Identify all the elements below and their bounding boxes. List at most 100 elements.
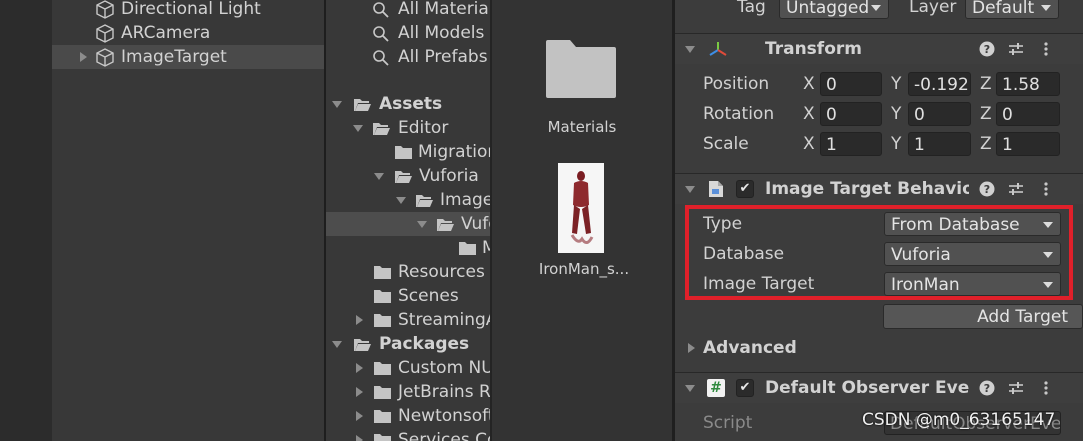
- image-target-behaviour-header[interactable]: ✔ Image Target Behaviour ?: [675, 173, 1083, 204]
- axis-z-label[interactable]: Z: [980, 72, 992, 96]
- folder-icon: [374, 314, 391, 327]
- tree-item-newtonsoft[interactable]: Newtonsoft Json: [326, 404, 490, 428]
- collapse-arrow-icon[interactable]: [374, 173, 384, 180]
- hierarchy-item-label: Directional Light: [121, 0, 261, 19]
- observer-handler-title: Default Observer Event Handler: [765, 378, 969, 398]
- database-label: Database: [703, 244, 785, 264]
- tree-item-services-core[interactable]: Services Core: [326, 428, 490, 441]
- open-folder-icon: [373, 123, 390, 135]
- scale-y-field[interactable]: 1: [908, 132, 971, 156]
- axis-x-label[interactable]: X: [803, 102, 815, 126]
- svg-text:?: ?: [984, 43, 990, 56]
- filter-all-models[interactable]: All Models: [326, 21, 490, 45]
- position-x-field[interactable]: 0: [820, 72, 882, 96]
- tree-item-deep[interactable]: M: [326, 236, 490, 260]
- tree-item-packages[interactable]: Packages: [326, 332, 490, 356]
- hierarchy-item-directional-light[interactable]: Directional Light: [52, 0, 324, 21]
- asset-materials-folder[interactable]: Materials: [524, 30, 640, 150]
- search-icon: [373, 26, 389, 42]
- layer-dropdown[interactable]: Default: [965, 0, 1059, 19]
- type-dropdown[interactable]: From Database: [884, 212, 1061, 236]
- advanced-foldout[interactable]: Advanced: [675, 334, 1083, 362]
- collapse-arrow-icon[interactable]: [685, 186, 695, 193]
- component-enabled-checkbox[interactable]: ✔: [736, 379, 754, 397]
- more-menu-icon[interactable]: [1038, 41, 1054, 57]
- position-z-field[interactable]: 1.58: [996, 72, 1060, 96]
- scale-z-field[interactable]: 1: [996, 132, 1060, 156]
- tree-label: ImageTargetTextures: [440, 190, 490, 210]
- open-folder-icon: [354, 339, 371, 351]
- rotation-x-field[interactable]: 0: [820, 102, 882, 126]
- collapse-arrow-icon[interactable]: [353, 125, 363, 132]
- tag-dropdown[interactable]: Untagged: [779, 0, 889, 19]
- image-target-dropdown[interactable]: IronMan: [884, 272, 1061, 296]
- expand-arrow-icon[interactable]: [356, 411, 363, 421]
- axis-y-label[interactable]: Y: [891, 132, 901, 156]
- preset-sliders-icon[interactable]: [1008, 380, 1024, 396]
- tree-item-migration[interactable]: Migration: [326, 140, 490, 164]
- component-enabled-checkbox[interactable]: ✔: [736, 180, 754, 198]
- collapse-arrow-icon[interactable]: [332, 341, 342, 348]
- expand-arrow-icon[interactable]: [356, 387, 363, 397]
- image-target-label: Image Target: [703, 274, 815, 294]
- expand-arrow-icon[interactable]: [356, 435, 363, 441]
- rotation-z-field[interactable]: 0: [996, 102, 1060, 126]
- hierarchy-item-arcamera[interactable]: ARCamera: [52, 21, 324, 45]
- watermark-text: CSDN @m0_63165147: [862, 410, 1056, 430]
- chevron-down-icon: [1041, 5, 1051, 11]
- tree-item-custom-nunit[interactable]: Custom NUnit: [326, 356, 490, 380]
- collapse-arrow-icon[interactable]: [685, 46, 695, 53]
- tree-item-editor[interactable]: Editor: [326, 116, 490, 140]
- axis-y-label[interactable]: Y: [891, 72, 901, 96]
- tree-item-assets[interactable]: Assets: [326, 92, 490, 116]
- filter-all-materials[interactable]: All Materials: [326, 0, 490, 21]
- hierarchy-item-imagetarget[interactable]: ImageTarget: [52, 45, 324, 69]
- axis-y-label[interactable]: Y: [891, 102, 901, 126]
- tag-value: Untagged: [786, 0, 870, 18]
- add-target-button[interactable]: Add Target: [883, 304, 1083, 329]
- folder-icon: [374, 434, 391, 441]
- tree-item-vuforia[interactable]: Vuforia: [326, 164, 490, 188]
- open-folder-icon: [416, 195, 433, 207]
- project-folder-tree: All Materials All Models All Prefabs Ass…: [326, 0, 490, 441]
- tree-item-streaming-assets[interactable]: StreamingAssets: [326, 308, 490, 332]
- collapse-arrow-icon[interactable]: [396, 197, 406, 204]
- tree-item-jetbrains[interactable]: JetBrains Rider Editor: [326, 380, 490, 404]
- expand-arrow-icon[interactable]: [356, 315, 363, 325]
- layer-label: Layer: [909, 0, 957, 17]
- observer-handler-header[interactable]: # ✔ Default Observer Event Handler ?: [675, 372, 1083, 403]
- help-icon[interactable]: ?: [979, 380, 995, 396]
- tree-item-vuforia-subfolder[interactable]: Vuforia: [326, 212, 490, 236]
- tree-item-resources[interactable]: Resources: [326, 260, 490, 284]
- tree-item-image-target-textures[interactable]: ImageTargetTextures: [326, 188, 490, 212]
- transform-header[interactable]: Transform ?: [675, 33, 1083, 64]
- more-menu-icon[interactable]: [1038, 181, 1054, 197]
- rotation-y-field[interactable]: 0: [908, 102, 971, 126]
- preset-sliders-icon[interactable]: [1008, 181, 1024, 197]
- help-icon[interactable]: ?: [979, 181, 995, 197]
- folder-icon: [546, 40, 616, 98]
- project-asset-grid: Materials IronMan_s...: [492, 0, 672, 441]
- expand-arrow-icon[interactable]: [80, 52, 87, 62]
- axis-x-label[interactable]: X: [803, 132, 815, 156]
- csharp-script-icon: #: [707, 379, 725, 397]
- help-icon[interactable]: ?: [979, 41, 995, 57]
- gameobject-cube-icon: [96, 48, 114, 67]
- scale-x-field[interactable]: 1: [820, 132, 882, 156]
- hierarchy-gutter: [0, 0, 52, 441]
- more-menu-icon[interactable]: [1038, 380, 1054, 396]
- filter-all-prefabs[interactable]: All Prefabs: [326, 45, 490, 69]
- preset-sliders-icon[interactable]: [1008, 41, 1024, 57]
- axis-z-label[interactable]: Z: [980, 132, 992, 156]
- collapse-arrow-icon[interactable]: [417, 221, 427, 228]
- collapse-arrow-icon[interactable]: [685, 385, 695, 392]
- database-dropdown[interactable]: Vuforia: [884, 242, 1061, 266]
- expand-arrow-icon[interactable]: [356, 363, 363, 373]
- collapse-arrow-icon[interactable]: [332, 101, 342, 108]
- axis-z-label[interactable]: Z: [980, 102, 992, 126]
- asset-ironman-texture[interactable]: IronMan_s...: [528, 160, 640, 280]
- chevron-down-icon: [871, 5, 881, 11]
- position-y-field[interactable]: -0.192: [908, 72, 971, 96]
- tree-item-scenes[interactable]: Scenes: [326, 284, 490, 308]
- axis-x-label[interactable]: X: [803, 72, 815, 96]
